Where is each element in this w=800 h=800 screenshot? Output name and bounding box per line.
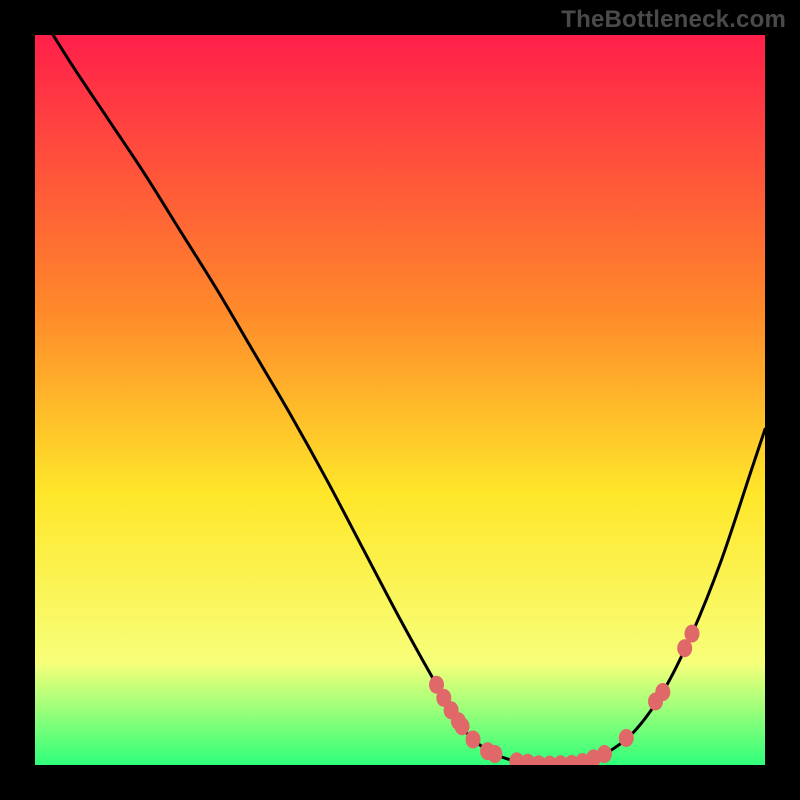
data-marker [466, 730, 481, 748]
data-marker [487, 745, 502, 763]
watermark-text: TheBottleneck.com [561, 6, 786, 34]
gradient-background [35, 35, 765, 765]
data-marker [597, 745, 612, 763]
data-marker [655, 683, 670, 701]
data-marker [455, 717, 470, 735]
data-marker [619, 729, 634, 747]
chart-container: { "watermark": "TheBottleneck.com", "col… [0, 0, 800, 800]
bottleneck-chart [0, 0, 800, 800]
data-marker [685, 625, 700, 643]
